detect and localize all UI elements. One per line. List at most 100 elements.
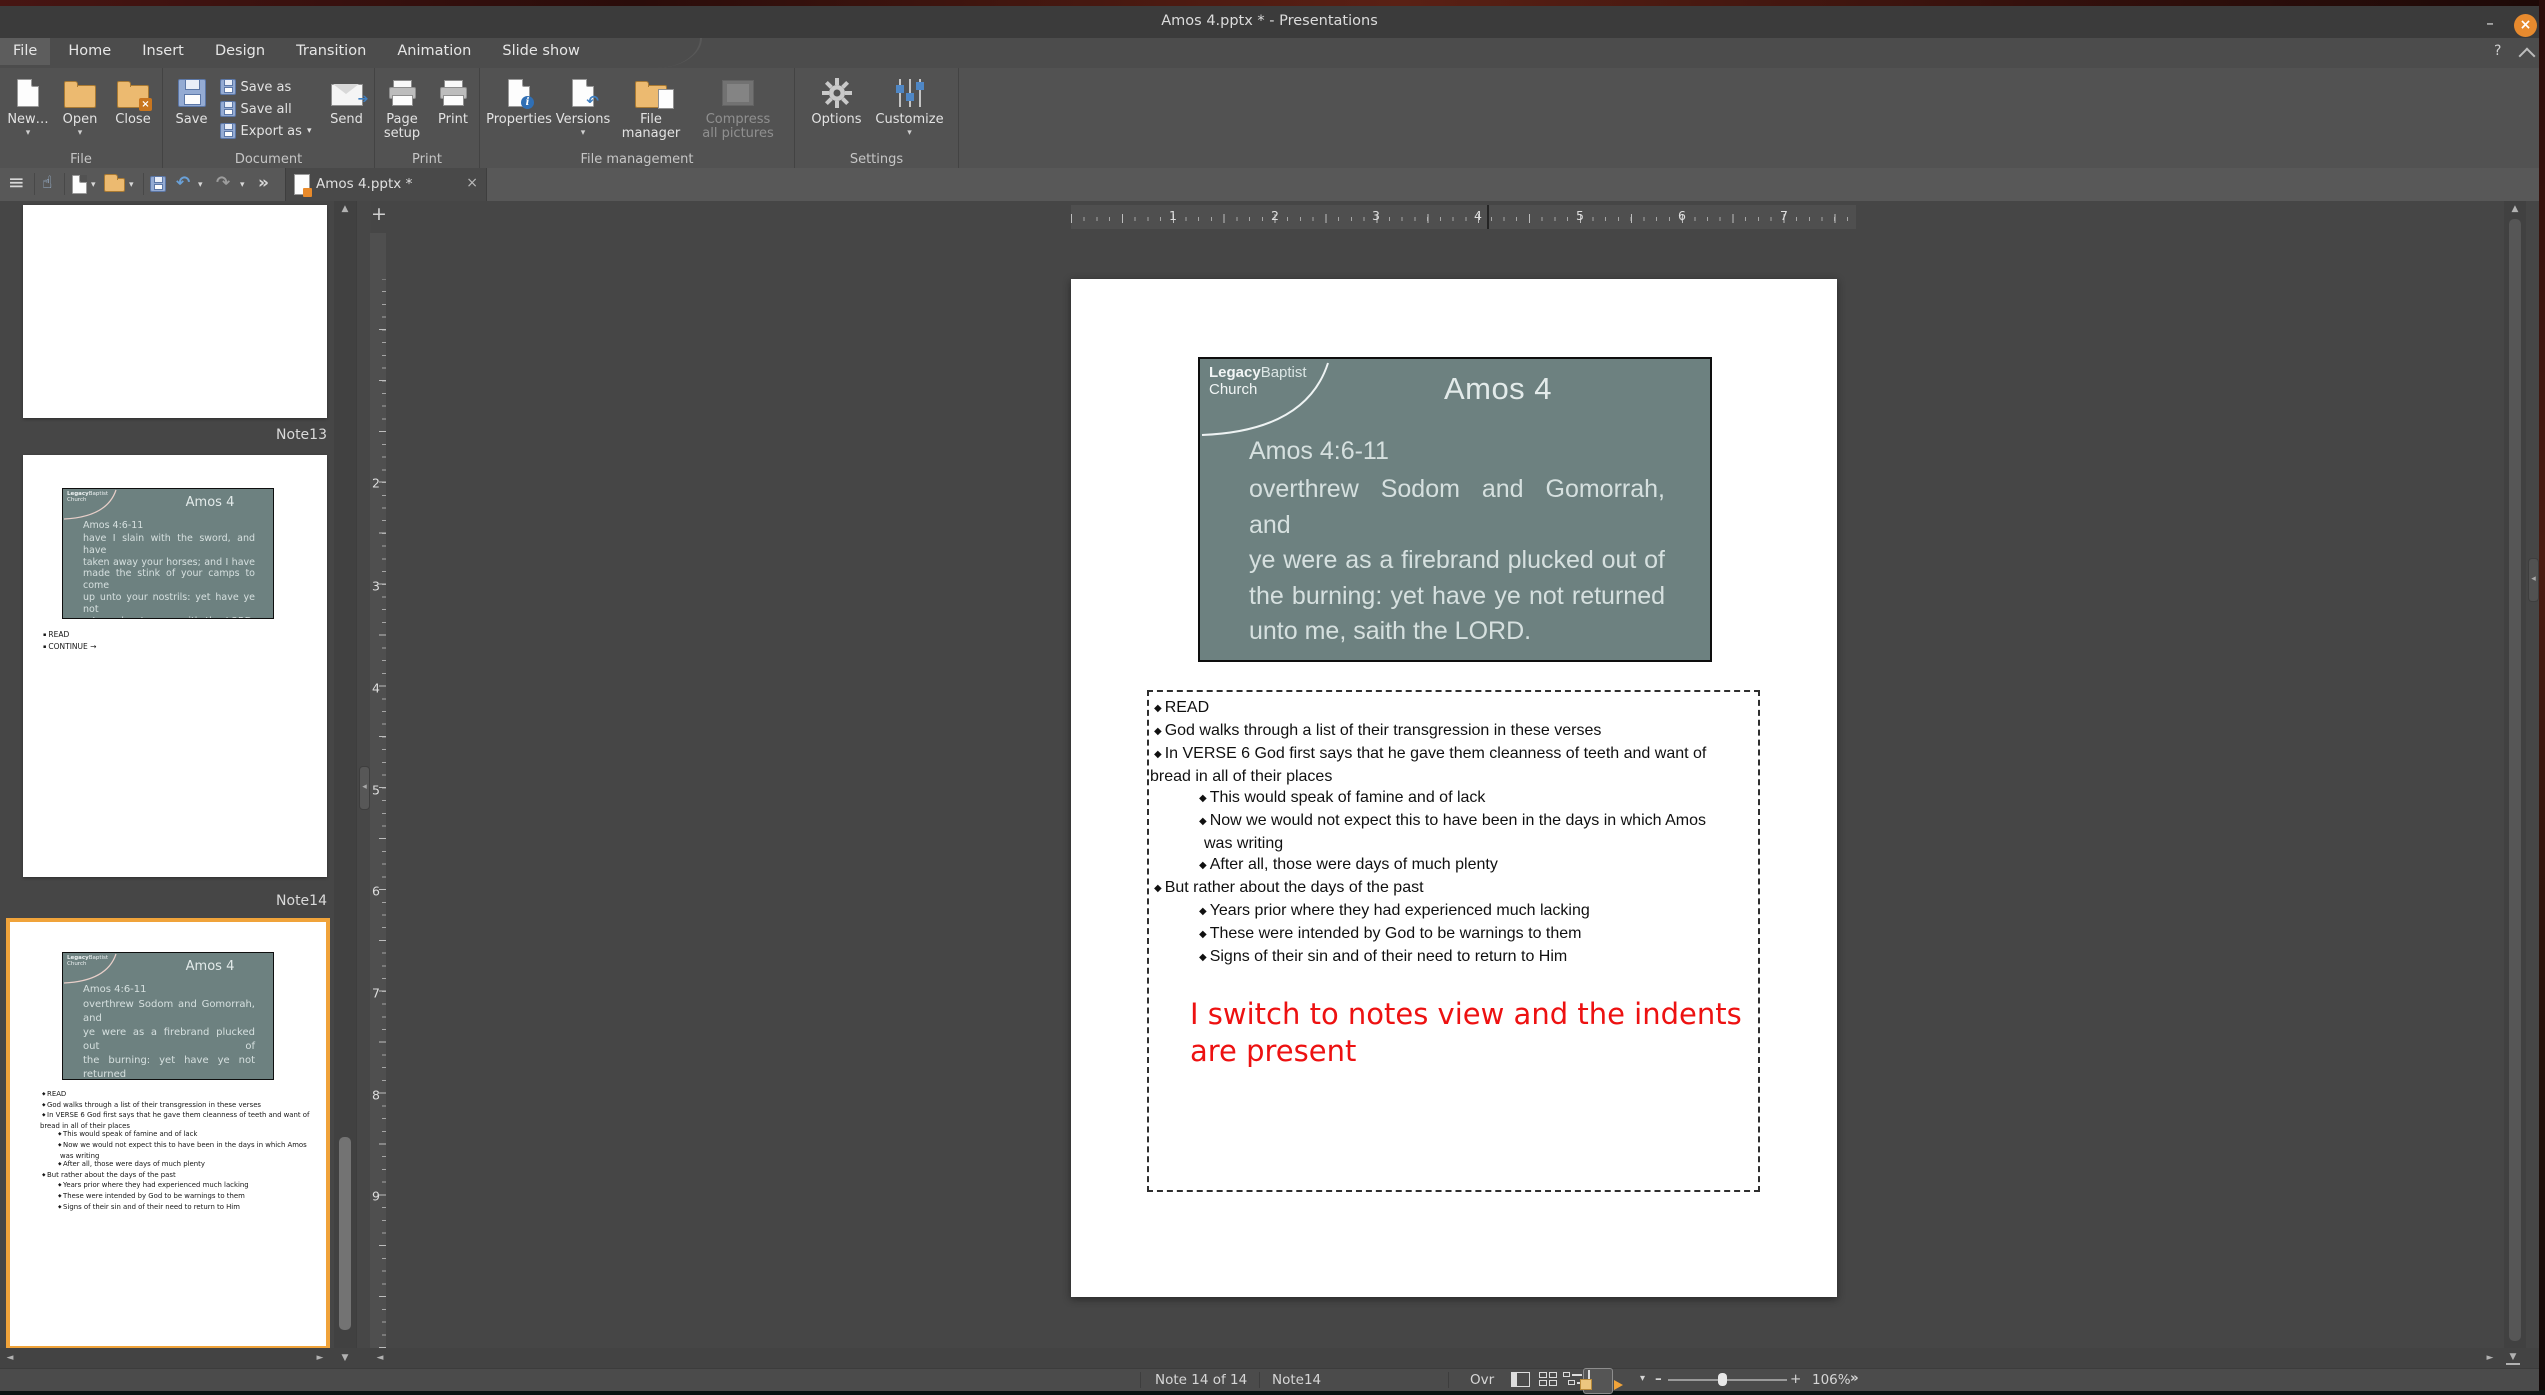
options-button[interactable]: Options (804, 76, 870, 127)
close-button[interactable]: × (2514, 14, 2537, 37)
vertical-ruler[interactable]: 2 3 4 5 6 7 8 9 (370, 233, 386, 1348)
main-scroll-right-icon[interactable]: ► (2482, 1352, 2498, 1364)
customize-button[interactable]: Customize ▾ (870, 76, 950, 138)
window-title: Amos 4.pptx * - Presentations (0, 13, 2539, 29)
open-button[interactable]: Open ▾ (54, 76, 106, 138)
dropdown-icon[interactable]: ▾ (307, 126, 312, 136)
dropdown-icon[interactable]: ▾ (581, 128, 586, 138)
zoom-percent[interactable]: 106% (1812, 1372, 1851, 1388)
panel-scrollbar-thumb[interactable] (339, 1137, 351, 1330)
scroll-end-icon[interactable]: ▼ (2506, 1351, 2520, 1365)
slide-body: overthrew Sodom and Gomorrah, and ye wer… (1249, 472, 1665, 650)
status-insert-mode[interactable]: Ovr (1470, 1372, 1494, 1388)
note13-thumbnail[interactable]: LegacyBaptist Church Amos 4 Amos 4:6-11 … (23, 455, 327, 877)
dropdown-icon[interactable]: ▾ (26, 128, 31, 138)
dropdown-icon[interactable]: ▾ (129, 180, 134, 190)
minimize-button[interactable]: – (2481, 16, 2499, 32)
ruler-number: 2 (372, 476, 380, 491)
zoom-in-button[interactable]: + (1790, 1371, 1801, 1387)
main-scrollbar-thumb[interactable] (2509, 219, 2521, 1341)
hamburger-menu-icon[interactable]: ≡ (8, 170, 25, 194)
panel-scroll-down-icon[interactable]: ▼ (337, 1352, 353, 1364)
undo-icon[interactable]: ↶ (176, 173, 190, 193)
scroll-left-icon[interactable]: ◄ (2, 1352, 18, 1364)
menu-slideshow[interactable]: Slide show (489, 38, 592, 65)
help-icon[interactable]: ? (2494, 43, 2501, 59)
open-folder-icon[interactable] (104, 177, 125, 197)
view-slide-sorter-button[interactable] (1539, 1372, 1557, 1387)
view-notes-button[interactable] (1588, 1370, 1590, 1388)
statusbar-overflow-icon[interactable]: » (1850, 1370, 1859, 1386)
note13-label: Note13 (127, 427, 327, 443)
properties-icon: i (508, 76, 530, 110)
ribbon: New… ▾ Open ▾ × Close File Save (0, 68, 2539, 169)
properties-button[interactable]: i Properties (486, 76, 552, 127)
view-normal-button[interactable] (1511, 1372, 1530, 1387)
main-vertical-scrollbar[interactable]: ▲ (2504, 201, 2526, 1348)
horizontal-scrollbar-row: ◄ ► ▼ ◄ ► ▼ (0, 1348, 2539, 1368)
dropdown-icon[interactable]: ▾ (91, 180, 96, 190)
menu-transition[interactable]: Transition (283, 38, 379, 65)
versions-button[interactable]: ↶ Versions ▾ (552, 76, 614, 138)
ruler-number: 6 (1678, 208, 1686, 223)
menu-insert[interactable]: Insert (129, 38, 197, 65)
desktop-wallpaper-right (2539, 0, 2545, 1395)
menu-design[interactable]: Design (202, 38, 278, 65)
file-manager-icon (635, 76, 667, 110)
horizontal-ruler[interactable]: 1 2 3 4 5 6 7 (1071, 205, 1856, 229)
new-document-icon[interactable] (72, 175, 87, 199)
dropdown-icon[interactable]: ▾ (240, 180, 245, 190)
tab-close-icon[interactable]: × (466, 175, 478, 191)
save-button[interactable]: Save (164, 76, 220, 127)
quick-toolbar: ≡ ☝ ▾ ▾ ↶ ▾ ↷ ▾ » Amos 4.pptx * × (0, 168, 2539, 202)
slide-image[interactable]: LegacyBaptist Church Amos 4 Amos 4:6-11 … (1198, 357, 1712, 662)
titlebar[interactable]: Amos 4.pptx * - Presentations – × (0, 6, 2539, 39)
close-document-button[interactable]: × Close (106, 76, 160, 127)
ruler-number: 9 (372, 1189, 380, 1204)
zoom-out-button[interactable]: – (1655, 1371, 1662, 1387)
ruler-number: 4 (1474, 208, 1482, 223)
scroll-up-icon[interactable]: ▲ (337, 203, 353, 215)
panel-scrollbar[interactable]: ▲ (334, 201, 356, 1348)
note14-thumbnail-selected[interactable]: LegacyBaptist Church Amos 4 Amos 4:6-11 … (6, 918, 330, 1350)
print-button[interactable]: Print (428, 76, 478, 127)
toolbar-overflow-icon[interactable]: » (258, 173, 269, 193)
zoom-slider-thumb[interactable] (1718, 1373, 1727, 1386)
menu-animation[interactable]: Animation (384, 38, 484, 65)
scroll-right-icon[interactable]: ► (312, 1352, 328, 1364)
send-button[interactable]: ➔ Send (320, 76, 374, 127)
menu-home[interactable]: Home (55, 38, 124, 65)
panel-splitter[interactable]: ◂ (356, 201, 371, 1368)
zoom-slider-track[interactable] (1668, 1379, 1787, 1381)
ruler-origin-crosshair[interactable]: + (370, 203, 388, 225)
main-scroll-left-icon[interactable]: ◄ (372, 1352, 388, 1364)
document-tab[interactable]: Amos 4.pptx * × (285, 168, 487, 201)
new-button[interactable]: New… ▾ (2, 76, 54, 138)
panel-collapse-handle[interactable]: ◂ (359, 766, 370, 810)
menu-file[interactable]: File (0, 38, 50, 65)
collapse-ribbon-icon[interactable] (2519, 48, 2536, 65)
dropdown-icon[interactable]: ▾ (907, 128, 912, 138)
red-annotation-text: I switch to notes view and the indents a… (1190, 996, 1742, 1070)
note13-slide-image: LegacyBaptist Church Amos 4 Amos 4:6-11 … (62, 488, 274, 619)
redo-icon[interactable]: ↷ (216, 173, 230, 193)
dropdown-icon[interactable]: ▾ (78, 128, 83, 138)
menubar-swoosh (610, 38, 702, 68)
scroll-up-icon[interactable]: ▲ (2507, 203, 2523, 215)
save-as-icon (220, 79, 236, 95)
export-as-button[interactable]: Export as ▾ (220, 122, 320, 140)
dropdown-icon[interactable]: ▾ (198, 180, 203, 190)
customize-sliders-icon (895, 76, 925, 110)
sidebar-collapse-handle[interactable]: ◂ (2528, 558, 2539, 602)
slideshow-dropdown-icon[interactable]: ▾ (1640, 1373, 1645, 1384)
save-all-button[interactable]: Save all (220, 100, 320, 118)
ruler-number: 4 (372, 681, 380, 696)
save-icon[interactable] (150, 176, 166, 197)
slide-panel: Note13 LegacyBaptist Church Amos 4 Amos … (0, 201, 334, 1348)
page-setup-button[interactable]: Page setup (376, 76, 428, 141)
note-thumbnail-partial[interactable] (23, 205, 327, 418)
save-as-button[interactable]: Save as (220, 78, 320, 96)
notes-text-box[interactable]: ◆READ ◆God walks through a list of their… (1147, 690, 1760, 1192)
hand-pointer-icon[interactable]: ☝ (42, 173, 52, 193)
file-manager-button[interactable]: File manager (614, 76, 688, 141)
